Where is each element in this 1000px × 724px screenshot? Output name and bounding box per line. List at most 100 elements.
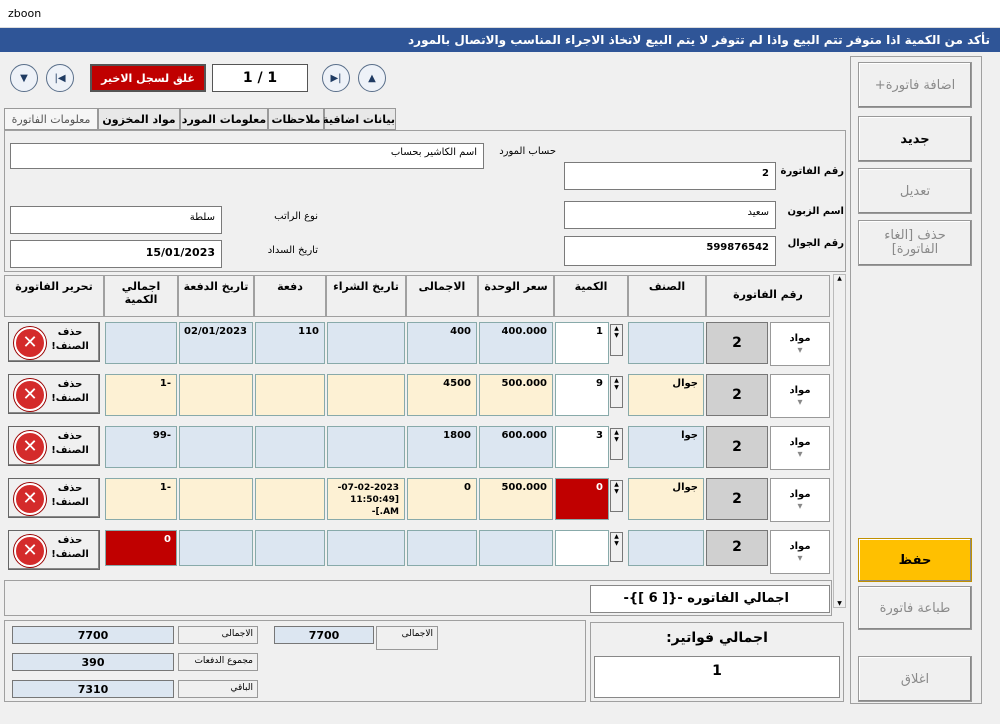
scroll-up-icon[interactable]: ▲ bbox=[834, 275, 845, 282]
row-price[interactable]: 400.000 bbox=[479, 322, 553, 364]
row-purchase-date bbox=[327, 322, 405, 364]
customer-name-label: اسم الزبون bbox=[787, 206, 844, 217]
close-icon: ✕ bbox=[14, 431, 46, 463]
delete-item-button[interactable]: ✕ حذف الصنف! bbox=[8, 426, 100, 466]
row-category[interactable]: جوال bbox=[628, 374, 704, 416]
delete-item-label: حذف الصنف! bbox=[51, 327, 89, 352]
row-payment-date[interactable] bbox=[179, 374, 253, 416]
row-qty[interactable]: 3 bbox=[555, 426, 609, 468]
chevron-down-icon: ▾ bbox=[797, 345, 803, 356]
type-label: مواد bbox=[789, 489, 811, 500]
type-dropdown[interactable]: مواد ▾ bbox=[770, 374, 830, 418]
tab-stock-items[interactable]: مواد المخزون bbox=[98, 108, 180, 130]
row-payment[interactable] bbox=[255, 530, 325, 566]
supplier-account-label: حساب المورد bbox=[499, 146, 556, 157]
qty-stepper[interactable]: ▲ ▼ bbox=[610, 376, 623, 408]
row-category[interactable]: جوا bbox=[628, 426, 704, 468]
row-total bbox=[407, 530, 477, 566]
close-button[interactable]: اغلاق bbox=[858, 656, 972, 702]
last-record-icon[interactable]: ▶| bbox=[322, 64, 350, 92]
type-label: مواد bbox=[789, 385, 811, 396]
first-record-icon[interactable]: |◀ bbox=[46, 64, 74, 92]
row-invoice: 2 bbox=[706, 374, 768, 416]
grid-scrollbar[interactable]: ▲ ▼ bbox=[833, 274, 846, 608]
delete-item-button[interactable]: ✕ حذف الصنف! bbox=[8, 322, 100, 362]
row-payment[interactable] bbox=[255, 374, 325, 416]
invoices-total-value: 1 bbox=[594, 656, 840, 698]
lock-last-record-button[interactable]: غلق لسجل الاخير bbox=[90, 64, 206, 92]
row-category[interactable] bbox=[628, 322, 704, 364]
new-button[interactable]: جديد bbox=[858, 116, 972, 162]
delete-item-button[interactable]: ✕ حذف الصنف! bbox=[8, 478, 100, 518]
row-payment-date[interactable] bbox=[179, 426, 253, 468]
row-total: 0 bbox=[407, 478, 477, 520]
scroll-down-icon[interactable]: ▼ bbox=[834, 600, 845, 607]
row-price[interactable]: 500.000 bbox=[479, 478, 553, 520]
summary-total-label-2: الاجمالى bbox=[376, 626, 438, 650]
delete-item-button[interactable]: ✕ حذف الصنف! bbox=[8, 530, 100, 570]
qty-stepper[interactable]: ▲ ▼ bbox=[610, 324, 623, 356]
edit-button[interactable]: تعديل bbox=[858, 168, 972, 214]
row-total-qty: -1 bbox=[105, 374, 177, 416]
close-icon: ✕ bbox=[14, 379, 46, 411]
delete-item-button[interactable]: ✕ حذف الصنف! bbox=[8, 374, 100, 414]
row-category[interactable] bbox=[628, 530, 704, 566]
col-purchase-date: تاريخ الشراء bbox=[326, 275, 406, 317]
row-payment[interactable] bbox=[255, 478, 325, 520]
type-dropdown[interactable]: مواد ▾ bbox=[770, 426, 830, 470]
summary-remaining-label: الباقي bbox=[178, 680, 258, 698]
row-payment-date[interactable]: 02/01/2023 bbox=[179, 322, 253, 364]
close-icon: ✕ bbox=[14, 483, 46, 515]
chevron-down-icon[interactable]: ▼ bbox=[10, 64, 38, 92]
row-invoice: 2 bbox=[706, 530, 768, 566]
delete-invoice-button[interactable]: حذف [الغاء الفاتورة] bbox=[858, 220, 972, 266]
mobile-number-field[interactable]: 599876542 bbox=[564, 236, 776, 266]
row-price[interactable]: 500.000 bbox=[479, 374, 553, 416]
qty-stepper[interactable]: ▲ ▼ bbox=[610, 532, 623, 562]
qty-stepper[interactable]: ▲ ▼ bbox=[610, 428, 623, 460]
type-dropdown[interactable]: مواد ▾ bbox=[770, 322, 830, 366]
col-category: الصنف bbox=[628, 275, 706, 317]
salary-type-field[interactable]: سلطة bbox=[10, 206, 222, 234]
delete-item-label: حذف الصنف! bbox=[51, 431, 89, 456]
tab-extra-data[interactable]: بيانات اضافية bbox=[322, 108, 396, 130]
row-payment-date[interactable] bbox=[179, 530, 253, 566]
tab-supplier-info[interactable]: معلومات المورد bbox=[180, 108, 268, 130]
invoice-number-field[interactable]: 2 bbox=[564, 162, 776, 190]
row-total-qty: -1 bbox=[105, 478, 177, 520]
save-button[interactable]: حفظ bbox=[858, 538, 972, 582]
delete-item-label: حذف الصنف! bbox=[51, 379, 89, 404]
warning-banner: تأكد من الكمية اذا متوفر تتم البيع واذا … bbox=[0, 28, 1000, 52]
row-qty[interactable]: 9 bbox=[555, 374, 609, 416]
row-payment[interactable]: 110 bbox=[255, 322, 325, 364]
chevron-down-icon: ▾ bbox=[797, 397, 803, 408]
type-dropdown[interactable]: مواد ▾ bbox=[770, 530, 830, 574]
row-payment[interactable] bbox=[255, 426, 325, 468]
invoice-number-label: رقم الفاتورة bbox=[780, 166, 844, 177]
row-price[interactable] bbox=[479, 530, 553, 566]
invoice-total-label: اجمالي الفاتوره -{[ 6 ]}- bbox=[590, 585, 830, 613]
summary-total-value: 7700 bbox=[12, 626, 174, 644]
chevron-up-icon[interactable]: ▲ bbox=[358, 64, 386, 92]
col-total: الاجمالى bbox=[406, 275, 478, 317]
payment-date-field[interactable]: 15/01/2023 bbox=[10, 240, 222, 268]
add-invoice-button[interactable]: اضافة فاتورة+ bbox=[858, 62, 972, 108]
type-dropdown[interactable]: مواد ▾ bbox=[770, 478, 830, 522]
type-label: مواد bbox=[789, 437, 811, 448]
row-category[interactable]: جوال bbox=[628, 478, 704, 520]
print-invoice-button[interactable]: طباعة فاتورة bbox=[858, 586, 972, 630]
summary-total-value-2: 7700 bbox=[274, 626, 374, 644]
row-price[interactable]: 600.000 bbox=[479, 426, 553, 468]
tab-invoice-info[interactable]: معلومات الفاتورة bbox=[4, 108, 98, 130]
salary-type-label: نوع الراتب bbox=[274, 211, 318, 222]
row-qty[interactable]: 1 bbox=[555, 322, 609, 364]
supplier-account-field[interactable]: اسم الكاشير بحساب bbox=[10, 143, 484, 169]
qty-stepper[interactable]: ▲ ▼ bbox=[610, 480, 623, 512]
tab-notes[interactable]: ملاحظات bbox=[268, 108, 324, 130]
row-invoice: 2 bbox=[706, 322, 768, 364]
row-qty[interactable]: 0 bbox=[555, 478, 609, 520]
row-invoice: 2 bbox=[706, 426, 768, 468]
row-qty[interactable] bbox=[555, 530, 609, 566]
customer-name-field[interactable]: سعيد bbox=[564, 201, 776, 229]
row-payment-date[interactable] bbox=[179, 478, 253, 520]
